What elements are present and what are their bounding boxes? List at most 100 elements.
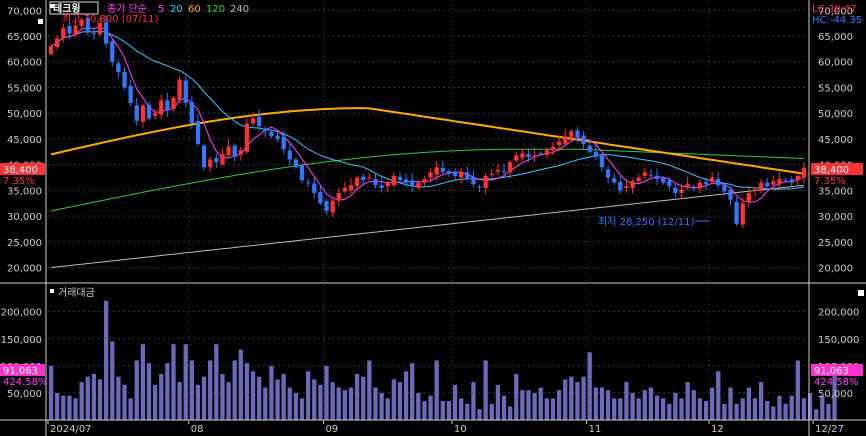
volume-bar xyxy=(740,398,745,420)
price-tick-right: 55,000 xyxy=(818,83,853,94)
volume-bar xyxy=(722,403,727,420)
volume-bar xyxy=(361,376,366,420)
volume-bar xyxy=(305,371,311,420)
candle-body xyxy=(618,181,623,191)
volume-bar xyxy=(648,387,654,420)
volume-bar xyxy=(618,398,623,420)
volume-tick-left: 200,000 xyxy=(1,308,42,319)
candle-body xyxy=(599,155,605,168)
volume-bar xyxy=(269,365,274,420)
volume-bar xyxy=(367,360,372,420)
volume-bar xyxy=(171,344,176,420)
candle-body xyxy=(697,182,703,189)
candle-body xyxy=(189,102,194,124)
candle-body xyxy=(165,100,170,111)
price-tick-right: 45,000 xyxy=(818,135,853,146)
candle-body xyxy=(746,192,751,203)
candle-body xyxy=(624,186,629,189)
volume-bar xyxy=(287,387,292,420)
volume-bar xyxy=(538,387,543,420)
volume-bar xyxy=(159,373,164,420)
candle-body xyxy=(208,159,213,168)
volume-bar xyxy=(146,363,152,420)
volume-bar xyxy=(532,392,537,420)
candle-body xyxy=(110,41,115,62)
volume-bar xyxy=(630,392,635,420)
ma-period-240: 240 xyxy=(230,4,249,15)
candle-body xyxy=(140,105,146,122)
candle-body xyxy=(159,100,164,115)
volume-bar xyxy=(195,384,201,420)
volume-bar xyxy=(201,376,207,420)
candle-body xyxy=(459,172,464,178)
candle-body xyxy=(789,179,794,183)
volume-bar xyxy=(91,373,97,420)
candle-body xyxy=(367,177,372,179)
volume-bar xyxy=(624,382,629,420)
candle-body xyxy=(661,178,666,183)
candle-body xyxy=(183,80,188,103)
candle-body xyxy=(379,185,384,188)
candle-body xyxy=(385,182,390,187)
candle-body xyxy=(305,182,311,184)
volume-bar xyxy=(599,387,605,420)
volume-bar xyxy=(459,398,464,420)
candle-body xyxy=(416,182,421,188)
volume-bar xyxy=(605,390,611,420)
volume-bar xyxy=(220,373,225,420)
x-tick-label: 12 xyxy=(711,424,724,435)
volume-settings-icon[interactable] xyxy=(858,290,864,296)
candle-body xyxy=(354,177,360,187)
price-tick-right: 35,000 xyxy=(818,186,853,197)
left-volume-pct-tag: 424.58% xyxy=(3,377,48,388)
candle-body xyxy=(336,192,341,201)
volume-bar xyxy=(716,371,721,420)
candle-body xyxy=(673,187,678,193)
volume-bar xyxy=(238,349,243,420)
volume-bar xyxy=(177,382,182,420)
stock-chart[interactable]: 70,000 70,00065,000 65,00060,000 60,00055,0… xyxy=(0,0,866,436)
candle-body xyxy=(795,175,800,181)
volume-bar xyxy=(336,387,341,420)
volume-bar xyxy=(48,365,54,420)
candle-body xyxy=(410,180,415,187)
price-tick-right: 60,000 xyxy=(818,58,853,69)
volume-bar xyxy=(61,395,66,420)
volume-bar xyxy=(642,390,647,420)
candle-body xyxy=(281,136,286,150)
volume-bar xyxy=(116,376,121,420)
price-tick-right: 30,000 xyxy=(818,212,853,223)
candle-body xyxy=(765,182,770,187)
volume-marker-icon xyxy=(50,289,54,293)
price-tick-right: 65,000 xyxy=(818,32,853,43)
volume-bar xyxy=(97,379,103,420)
axis-settings-icon[interactable] xyxy=(38,19,43,24)
price-tick-right: 20,000 xyxy=(818,264,853,275)
volume-bar xyxy=(612,398,617,420)
candle-body xyxy=(434,167,439,175)
volume-bar xyxy=(495,384,501,420)
candle-body xyxy=(526,154,531,157)
volume-bar xyxy=(569,376,574,420)
volume-bar xyxy=(477,409,482,420)
x-tick-label: 11 xyxy=(589,424,602,435)
volume-bar xyxy=(422,401,427,420)
high-annotation: 최고 70,800 (07/11) xyxy=(62,13,158,25)
volume-tick-right: 150,000 xyxy=(818,335,859,346)
candle-body xyxy=(471,177,476,185)
x-tick-label: 12/27 xyxy=(815,424,844,435)
candle-body xyxy=(397,176,403,181)
volume-bar xyxy=(501,395,507,420)
volume-bar xyxy=(140,344,146,420)
volume-bar xyxy=(244,363,250,420)
lc-badge: LC:39.47 xyxy=(812,4,857,15)
hc-badge: HC:-44.35 xyxy=(812,15,862,26)
volume-bar xyxy=(275,379,280,420)
candle-body xyxy=(716,179,721,186)
candle-body xyxy=(122,72,127,88)
candle-body xyxy=(514,155,519,161)
volume-bar xyxy=(471,382,476,420)
candle-body xyxy=(801,167,807,178)
candle-body xyxy=(636,177,641,182)
volume-bar xyxy=(563,379,568,420)
